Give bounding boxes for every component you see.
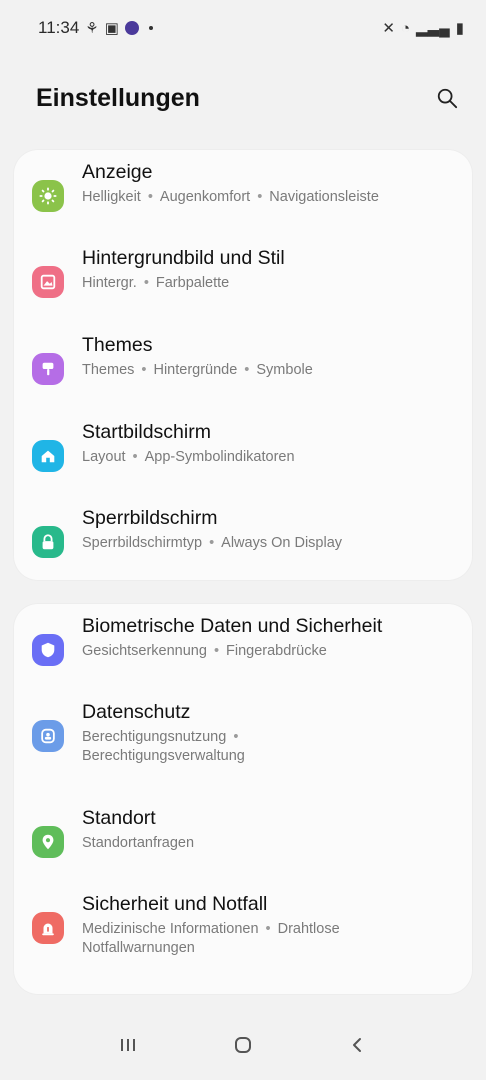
item-title: Sperrbildschirm: [82, 507, 218, 529]
bullet: •: [257, 189, 263, 205]
time: 11:34: [38, 18, 80, 37]
subtitle-part: Berechtigungsverwaltung: [82, 748, 245, 764]
privacy-icon: [32, 720, 64, 752]
bullet: •: [265, 921, 271, 937]
settings-item-sperrbildschirm[interactable]: Sperrbildschirm Sperrbildschirmtyp • Alway…: [14, 506, 472, 586]
search-button[interactable]: [428, 79, 466, 117]
subtitle-part: Gesichtserkennung: [82, 643, 207, 659]
navigation-bar: [0, 1010, 486, 1080]
settings-item-biometrie[interactable]: Biometrische Daten und Sicherheit Gesich…: [14, 614, 472, 694]
settings-item-anzeige[interactable]: Anzeige Helligkeit • Augenkomfort • Navigati…: [14, 160, 472, 240]
wallpaper-icon: [32, 266, 64, 298]
gallery-icon: ▣: [104, 20, 119, 37]
item-title: Startbildschirm: [82, 421, 211, 443]
bullet: •: [244, 362, 250, 378]
status-left: 11:34 ⚘ ▣: [38, 18, 153, 38]
subtitle-part: Farbpalette: [155, 275, 230, 291]
status-right: ✕ ◔ ▂▃▄ ▮: [382, 19, 464, 38]
item-subtitle: Hintergr. • Farbpalette: [82, 274, 456, 293]
settings-item-themes[interactable]: Themes Themes • Hintergründe • Symbole: [14, 333, 472, 413]
search-icon: [437, 88, 458, 109]
header: Einstellungen: [0, 72, 486, 124]
signal-icon: ▂▃▄: [416, 20, 450, 37]
bullet: •: [233, 729, 239, 745]
subtitle-part: Symbole: [256, 362, 313, 378]
settings-item-hintergrundbild[interactable]: Hintergrundbild und Stil Hintergr. • Farbp…: [14, 246, 472, 326]
settings-item-startbildschirm[interactable]: Startbildschirm Layout • App-Symbolindikat…: [14, 420, 472, 500]
bullet: •: [147, 189, 153, 205]
subtitle-part: Medizinische Informationen: [82, 921, 259, 937]
app-icon: [124, 21, 139, 35]
battery-icon: ▮: [455, 20, 464, 37]
display-icon: [32, 180, 64, 212]
settings-item-datenschutz[interactable]: Datenschutz Berechtigungsnutzung • Berech…: [14, 700, 472, 800]
bullet: •: [143, 275, 149, 291]
item-subtitle: Standortanfragen: [82, 834, 456, 853]
subtitle-part: App-Symbolindikatoren: [144, 449, 295, 465]
notification-dot-icon: [148, 26, 153, 30]
subtitle-part: Always On Display: [221, 535, 343, 551]
subtitle-part: Navigationsleiste: [269, 189, 379, 205]
subtitle-part: Layout: [82, 449, 126, 465]
subtitle-part: Hintergr.: [82, 275, 137, 291]
subtitle-part: Augenkomfort: [159, 189, 251, 205]
settings-item-sicherheit-notfall[interactable]: Sicherheit und Notfall Medizinische Info…: [14, 892, 472, 992]
item-subtitle: Sperrbildschirmtyp • Always On Display: [82, 534, 456, 553]
item-title: Standort: [82, 807, 156, 829]
settings-item-standort[interactable]: Standort Standortanfragen: [14, 806, 472, 886]
item-title: Hintergrundbild und Stil: [82, 247, 285, 269]
bullet: •: [132, 449, 138, 465]
themes-icon: [32, 353, 64, 385]
recents-button[interactable]: [103, 1020, 153, 1070]
status-bar: 11:34 ⚘ ▣ ✕ ◔ ▂▃▄ ▮: [0, 0, 486, 56]
item-subtitle: Themes • Hintergründe • Symbole: [82, 361, 456, 380]
settings-group-1: Anzeige Helligkeit • Augenkomfort • Navigati…: [14, 150, 472, 580]
network-icon: ⚘: [85, 20, 99, 37]
item-subtitle: Helligkeit • Augenkomfort • Navigationsleist…: [82, 188, 456, 207]
back-icon: [353, 1038, 362, 1052]
subtitle-part: Sperrbildschirmtyp: [82, 535, 203, 551]
item-title: Biometrische Daten und Sicherheit: [82, 615, 383, 637]
item-subtitle: Berechtigungsnutzung • Berechtigungsverwa…: [82, 728, 456, 766]
subtitle-part: Themes: [82, 362, 135, 378]
item-subtitle: Medizinische Informationen • Drahtlose Not…: [82, 920, 456, 958]
item-subtitle: Layout • App-Symbolindikatoren: [82, 448, 456, 467]
settings-group-2: Biometrische Daten und Sicherheit Gesich…: [14, 604, 472, 994]
mute-icon: ✕: [382, 20, 395, 37]
subtitle-part: Berechtigungsnutzung: [82, 729, 227, 745]
subtitle-part: Helligkeit: [82, 189, 141, 205]
back-button[interactable]: [333, 1020, 383, 1070]
bullet: •: [141, 362, 147, 378]
bullet: •: [209, 535, 215, 551]
home-button-icon: [234, 1037, 251, 1053]
emergency-icon: [32, 912, 64, 944]
home-button[interactable]: [218, 1020, 268, 1070]
lock-icon: [32, 526, 64, 558]
item-title: Themes: [82, 334, 153, 356]
item-title: Sicherheit und Notfall: [82, 893, 268, 915]
subtitle-part: Hintergründe: [153, 362, 238, 378]
item-title: Datenschutz: [82, 701, 191, 723]
home-icon: [32, 440, 64, 472]
item-title: Anzeige: [82, 161, 153, 183]
item-subtitle: Gesichtserkennung • Fingerabdrücke: [82, 642, 456, 661]
shield-icon: [32, 634, 64, 666]
subtitle-part: Standortanfragen: [82, 835, 195, 851]
wifi-icon: ◔: [400, 19, 411, 37]
subtitle-part: Fingerabdrücke: [226, 643, 327, 659]
location-icon: [32, 826, 64, 858]
recents-icon: [120, 1039, 135, 1051]
page-title: Einstellungen: [36, 83, 200, 112]
bullet: •: [213, 643, 220, 659]
